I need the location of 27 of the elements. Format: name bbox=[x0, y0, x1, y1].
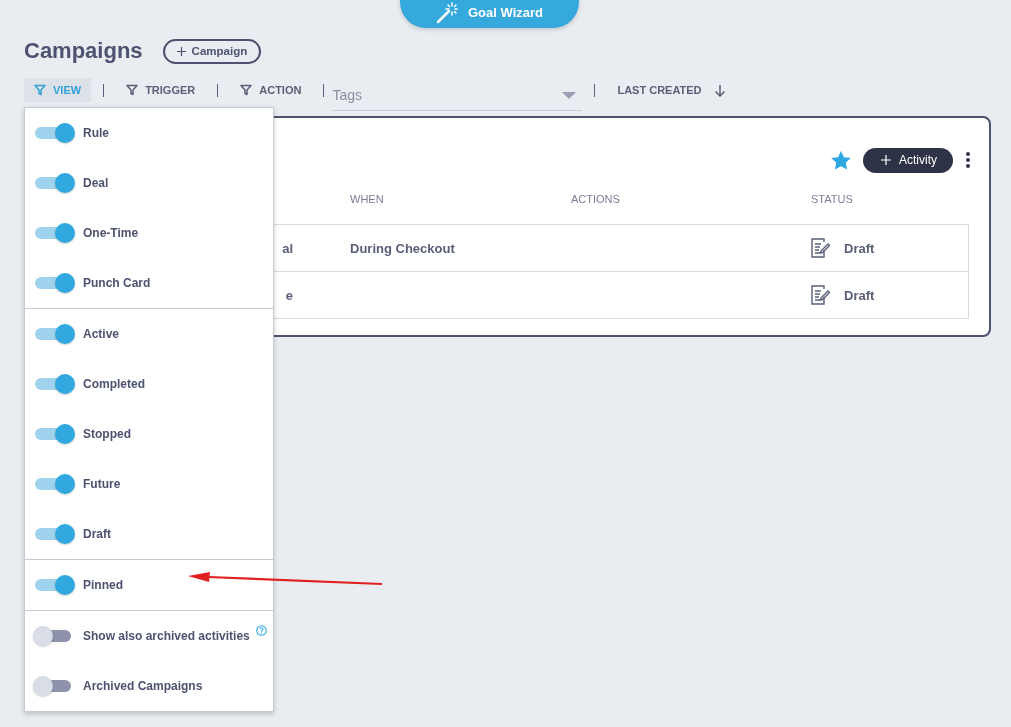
toggle-label: One-Time bbox=[83, 226, 139, 240]
add-activity-button[interactable]: Activity bbox=[863, 147, 953, 173]
toggle-label: Pinned bbox=[83, 578, 123, 592]
toggle-label: Stopped bbox=[83, 427, 131, 441]
table-cell: al bbox=[282, 240, 293, 256]
toggle-label: Completed bbox=[83, 377, 145, 391]
toggle-label: Punch Card bbox=[83, 276, 151, 290]
table-cell: e bbox=[285, 287, 293, 303]
page-title: Campaigns bbox=[24, 38, 143, 64]
toggle-label: Rule bbox=[83, 126, 109, 140]
goal-wizard-button[interactable]: Goal Wizard bbox=[400, 0, 579, 28]
status-text: Draft bbox=[844, 240, 875, 256]
toggle-label: Show also archived activities bbox=[83, 629, 250, 643]
status-text: Draft bbox=[844, 287, 875, 303]
toggle-label: Deal bbox=[83, 176, 109, 190]
table-cell: During Checkout bbox=[350, 240, 455, 256]
toggle-label: Active bbox=[83, 327, 120, 341]
column-header: STATUS bbox=[810, 193, 854, 205]
toggle-label: Archived Campaigns bbox=[83, 679, 203, 693]
sort-button[interactable]: LAST CREATED bbox=[607, 83, 736, 97]
column-header: WHEN bbox=[349, 193, 385, 205]
column-header: ACTIONS bbox=[570, 193, 621, 205]
filter-tab[interactable]: ACTION bbox=[230, 78, 312, 102]
add-campaign-button[interactable]: Campaign bbox=[162, 38, 262, 64]
filter-tab[interactable]: TRIGGER bbox=[116, 78, 206, 102]
toggle-label: Draft bbox=[83, 527, 111, 541]
toggle-label: Future bbox=[83, 477, 121, 491]
